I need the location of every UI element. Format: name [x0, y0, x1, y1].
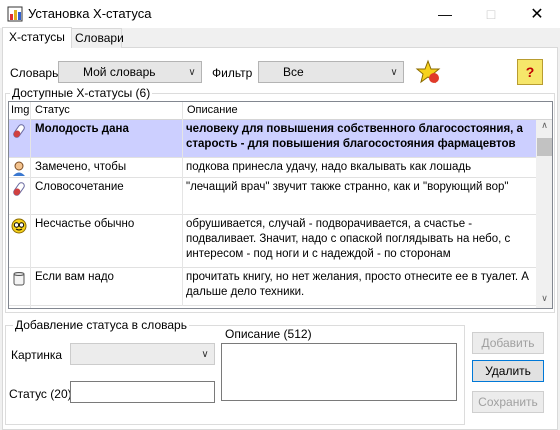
help-icon: ?	[525, 64, 535, 80]
maximize-icon: □	[486, 6, 496, 22]
dictionary-select-value: Мой словарь	[83, 65, 156, 79]
title-bar: Установка X-статуса — □ ✕	[0, 0, 560, 28]
tab-dictionaries[interactable]: Словари	[68, 28, 124, 48]
row-status: Если вам надо	[31, 268, 183, 306]
nerd-face-icon	[9, 215, 31, 268]
row-description: подкова принесла удачу, надо вкалывать к…	[186, 161, 472, 173]
favorite-button[interactable]	[414, 58, 442, 86]
chevron-down-icon: ∨	[201, 348, 209, 360]
picture-label: Картинка	[11, 348, 63, 362]
add-status-label: Добавление статуса в словарь	[13, 318, 189, 332]
app-icon	[7, 6, 23, 22]
column-header-img[interactable]: Img	[9, 102, 31, 120]
dictionary-label: Словарь	[10, 66, 59, 80]
table-row[interactable]: Словосочетание "лечащий врач" звучит так…	[9, 178, 536, 215]
description-textarea[interactable]	[221, 343, 457, 401]
status-field-label: Статус (20)	[9, 387, 72, 401]
table-row[interactable]: Если вам надо прочитать книгу, но нет же…	[9, 268, 536, 306]
chevron-down-icon: ∨	[390, 66, 398, 78]
filter-select[interactable]: Все ∨	[258, 61, 404, 83]
table-row[interactable]: Замечено, чтобы подкова принесла удачу, …	[9, 158, 536, 178]
row-description: прочитать книгу, но нет желания, просто …	[186, 271, 529, 298]
star-icon	[415, 59, 441, 84]
row-description: обрушивается, случай - подворачивается, …	[186, 218, 511, 260]
row-description: человеку для повышения собственного благ…	[186, 123, 523, 150]
tab-x-statuses[interactable]: X-статусы	[2, 27, 72, 48]
chevron-down-icon: ∨	[188, 66, 196, 78]
scroll-up-icon[interactable]: ∧	[536, 120, 552, 136]
save-button[interactable]: Сохранить	[472, 391, 544, 413]
scroll-down-icon[interactable]: ∨	[536, 293, 552, 308]
vertical-scrollbar[interactable]: ∧ ∨	[536, 120, 552, 308]
minimize-icon[interactable]: —	[422, 0, 468, 28]
table-row[interactable]: Молодость дана человеку для повышения со…	[9, 120, 536, 158]
status-input[interactable]	[70, 381, 215, 403]
scrollbar-thumb[interactable]	[537, 138, 552, 156]
column-header-description[interactable]: Описание	[183, 102, 536, 120]
pill-icon	[9, 178, 31, 215]
row-description: "лечащий врач" звучит также странно, как…	[186, 181, 509, 193]
delete-button[interactable]: Удалить	[472, 360, 544, 382]
close-icon[interactable]: ✕	[514, 0, 560, 28]
window-title: Установка X-статуса	[28, 6, 152, 21]
help-button[interactable]: ?	[517, 59, 543, 85]
status-grid[interactable]: Img Статус Описание Молодость дана челов…	[8, 101, 553, 309]
column-header-status[interactable]: Статус	[31, 102, 183, 120]
toilet-paper-icon	[9, 268, 31, 306]
table-row[interactable]: Несчастье обычно обрушивается, случай - …	[9, 215, 536, 268]
available-statuses-label: Доступные X-статусы (6)	[10, 86, 153, 100]
table-row[interactable]	[9, 306, 536, 308]
dictionary-select[interactable]: Мой словарь ∨	[58, 61, 202, 83]
filter-select-value: Все	[283, 65, 304, 79]
description-field-label: Описание (512)	[225, 327, 312, 341]
partial-row-icon	[9, 306, 31, 308]
row-status: Словосочетание	[31, 178, 183, 215]
person-icon	[9, 158, 31, 178]
row-status: Несчастье обычно	[31, 215, 183, 268]
picture-select[interactable]: ∨	[70, 343, 215, 365]
filter-label: Фильтр	[212, 66, 253, 80]
pill-icon	[9, 120, 31, 158]
grid-header: Img Статус Описание	[9, 102, 552, 120]
add-button[interactable]: Добавить	[472, 332, 544, 354]
row-status: Молодость дана	[31, 120, 183, 158]
row-status: Замечено, чтобы	[31, 158, 183, 178]
